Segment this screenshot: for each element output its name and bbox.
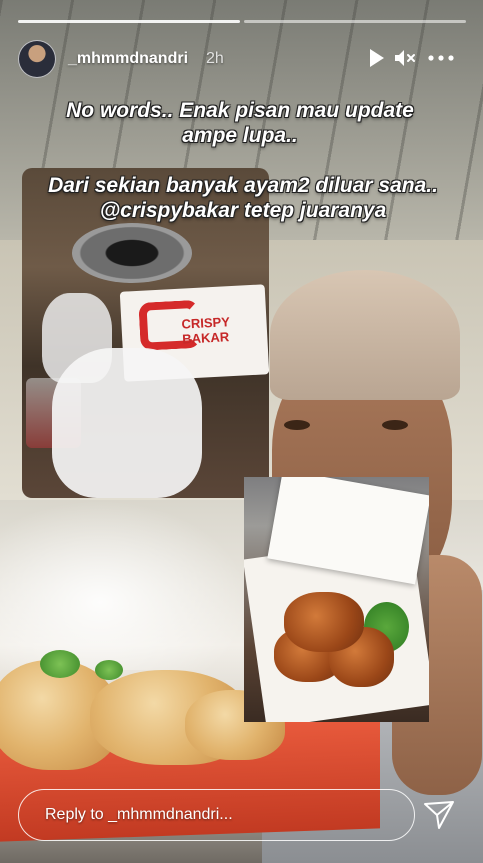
speaker-muted-icon[interactable] — [392, 46, 416, 70]
play-icon[interactable] — [364, 46, 388, 70]
story-header: _mhmmdnandri 2h — [18, 38, 468, 78]
photo-chicken-box — [244, 477, 429, 722]
username[interactable]: _mhmmdnandri — [68, 50, 188, 68]
more-options-icon[interactable] — [426, 46, 456, 70]
fried-chicken-piece — [284, 592, 364, 652]
story-caption-1: No words.. Enak pisan mau update ampe lu… — [66, 99, 414, 147]
story-viewer[interactable]: CRISPY BAKAR _mhmmdnandri 2h No words.. … — [0, 0, 483, 863]
eye-left — [284, 420, 310, 430]
lettuce-garnish — [95, 660, 123, 680]
post-time: 2h — [206, 50, 224, 67]
reply-placeholder: Reply to _mhmmdnandri... — [45, 806, 233, 823]
story-caption-2: Dari sekian banyak ayam2 diluar sana.. @… — [48, 174, 438, 222]
story-progress-bar-2 — [244, 20, 466, 23]
plastic-bag — [52, 348, 202, 498]
avatar[interactable] — [18, 40, 56, 78]
box-brand-text: CRISPY BAKAR — [181, 314, 231, 347]
lettuce-garnish — [40, 650, 80, 678]
grill-pan — [72, 223, 192, 283]
light-glow — [0, 500, 250, 670]
cap-hat — [270, 270, 460, 400]
send-icon[interactable] — [422, 798, 456, 832]
eye-right — [382, 420, 408, 430]
reply-input[interactable]: Reply to _mhmmdnandri... — [18, 789, 415, 841]
story-progress-bar-1 — [18, 20, 240, 23]
